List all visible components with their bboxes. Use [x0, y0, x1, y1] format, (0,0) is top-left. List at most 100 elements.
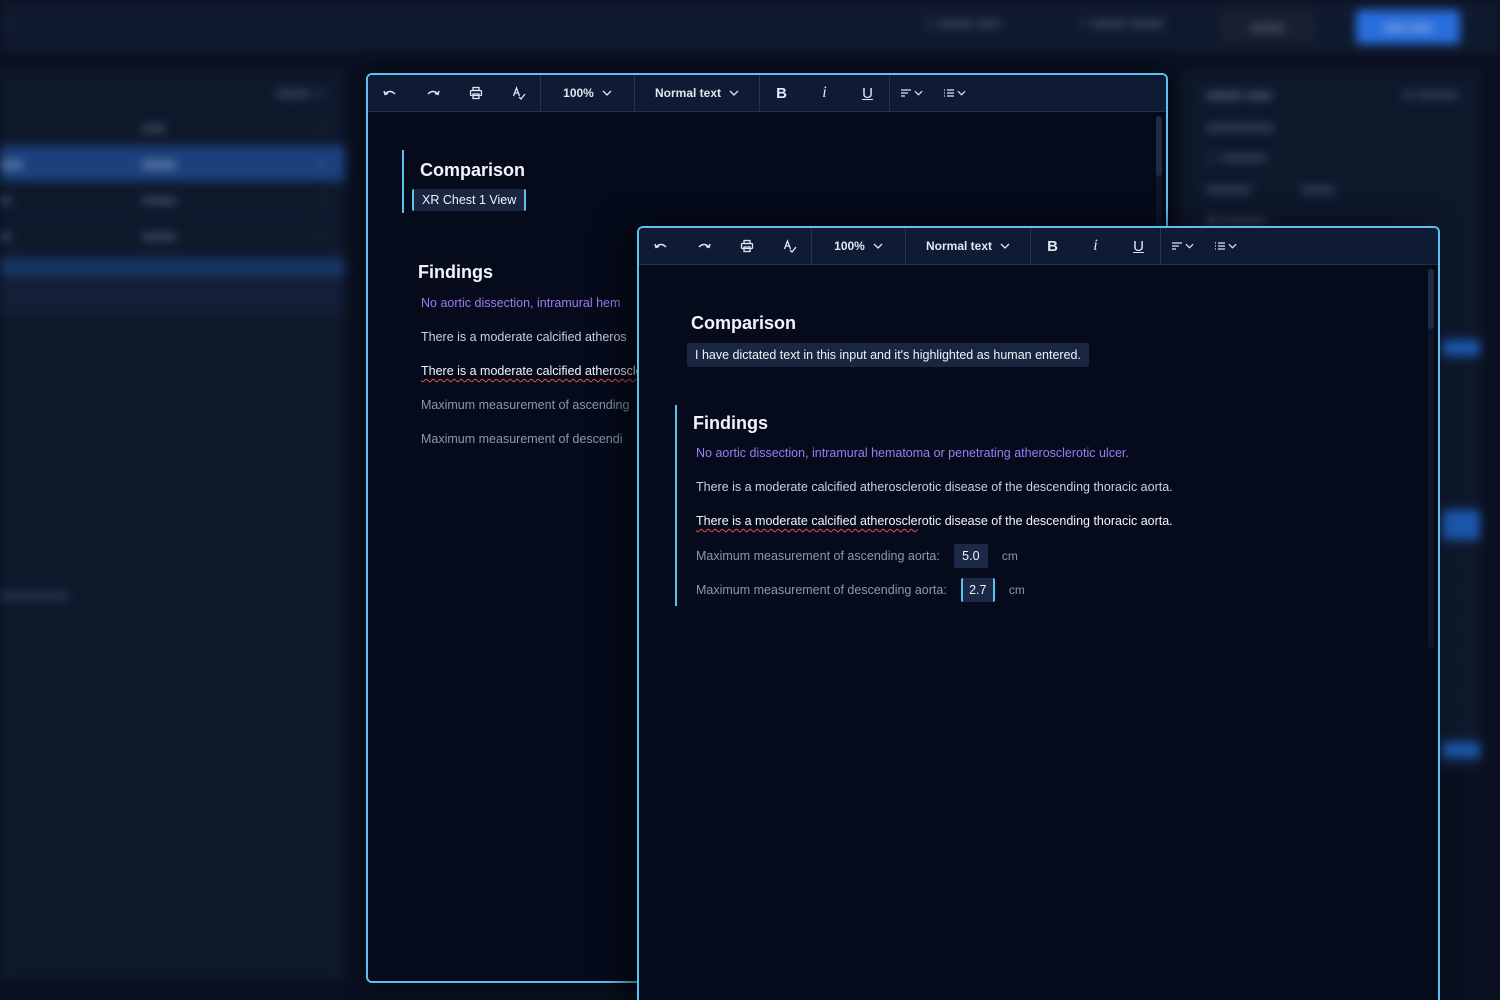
findings-heading: Findings [418, 262, 493, 282]
findings-section: Findings No aortic dissection, intramura… [402, 262, 643, 446]
background-panel-bar [1442, 510, 1480, 540]
underline-button[interactable]: U [1117, 228, 1160, 265]
descending-value-input[interactable]: 2.7 [960, 578, 995, 602]
background-note: ▬▬▬▬▬▬ [0, 588, 69, 602]
list-dropdown[interactable] [1204, 228, 1247, 265]
background-panel-bar [1442, 742, 1480, 758]
list-icon [944, 89, 954, 97]
history-group [639, 228, 811, 265]
ascending-measurement: Maximum measurement of ascending aorta: … [696, 544, 1173, 568]
chevron-down-icon [602, 90, 612, 96]
findings-line[interactable]: No aortic dissection, intramural hem [421, 296, 643, 310]
comparison-input[interactable]: XR Chest 1 View [412, 189, 527, 211]
ascending-unit: cm [1001, 549, 1018, 563]
paragraph-group [890, 75, 976, 112]
text-style-value: Normal text [925, 239, 993, 253]
spelling-error-span[interactable]: There is a moderate calcified atheroscle [696, 514, 918, 528]
background-row: ▬▬ › [0, 110, 345, 146]
background-panel-tick: › [1457, 618, 1462, 631]
history-group [368, 75, 540, 112]
background-secondary-button: ▬▬▬ [1220, 12, 1315, 42]
chevron-down-icon [1185, 243, 1194, 249]
zoom-select[interactable]: 100% [812, 228, 905, 265]
background-row: ▬ ▬▬▬ › [0, 218, 345, 254]
background-panel-text: ▬▬▬▬▬▬ [1206, 120, 1275, 134]
chevron-down-icon [914, 90, 923, 96]
redo-button[interactable] [411, 75, 454, 112]
align-dropdown[interactable] [1161, 228, 1204, 265]
spelling-error-span[interactable]: There is a moderate calcified atheroscle [421, 364, 643, 378]
bold-button[interactable]: B [1031, 228, 1074, 265]
findings-heading: Findings [693, 413, 768, 433]
zoom-select[interactable]: 100% [541, 75, 634, 112]
background-band [0, 276, 345, 316]
text-style-value: Normal text [654, 86, 722, 100]
editor-toolbar: 100% Normal text B i U [639, 228, 1438, 265]
print-icon [740, 239, 753, 253]
scrollbar-thumb[interactable] [1428, 269, 1434, 329]
background-panel-tick: › [1457, 584, 1462, 597]
redo-button[interactable] [682, 228, 725, 265]
format-group: B i U [1031, 228, 1160, 265]
comparison-input[interactable]: I have dictated text in this input and i… [687, 343, 1089, 367]
findings-line[interactable]: Maximum measurement of ascending [421, 398, 643, 412]
descending-unit: cm [1008, 583, 1025, 597]
findings-line-misspelled[interactable]: There is a moderate calcified atheroscle… [696, 514, 1173, 528]
ascending-value-input[interactable]: 5.0 [953, 544, 988, 568]
undo-button[interactable] [639, 228, 682, 265]
scrollbar-thumb[interactable] [1156, 116, 1162, 176]
spellcheck-button[interactable] [497, 75, 540, 112]
editor-content[interactable]: Comparison I have dictated text in this … [639, 265, 1438, 1000]
print-button[interactable] [454, 75, 497, 112]
background-panel-bar [1442, 340, 1480, 356]
background-breadcrumb: · · [0, 18, 13, 33]
findings-line-misspelled[interactable]: There is a moderate calcified atheroscle [421, 364, 643, 378]
background-row-selected: ▬▬ ▬▬▬ › [0, 146, 345, 182]
spellcheck-icon [783, 239, 797, 253]
background-panel-link: ▬ ▬▬▬▬ [1402, 88, 1458, 101]
print-button[interactable] [725, 228, 768, 265]
spellcheck-button[interactable] [768, 228, 811, 265]
italic-button[interactable]: i [1074, 228, 1117, 265]
text-style-select[interactable]: Normal text [635, 75, 759, 112]
background-panel-text: ▢ ▬▬▬▬ [1206, 150, 1267, 164]
background-panel-tick: › [1457, 720, 1462, 733]
descending-measurement: Maximum measurement of descending aorta:… [696, 578, 1173, 602]
findings-section: Findings No aortic dissection, intramura… [675, 405, 1173, 606]
print-icon [469, 86, 482, 100]
undo-icon [653, 243, 666, 249]
background-action-1: ▢ ▬▬▬ ▬▬ [924, 16, 1000, 30]
chevron-down-icon [873, 243, 883, 249]
paragraph-group [1161, 228, 1247, 265]
background-row: ▬ ▬▬▬ › [0, 182, 345, 218]
background-worklist-header: ▬▬▬ ▢ [275, 86, 325, 100]
text-style-select[interactable]: Normal text [906, 228, 1030, 265]
zoom-value: 100% [563, 86, 594, 100]
background-panel-tick: › [1457, 686, 1462, 699]
align-icon [1172, 242, 1182, 250]
background-action-2: ▫ ▬▬▬ ▬▬▬ [1080, 16, 1164, 30]
list-icon [1215, 242, 1225, 250]
redo-icon [427, 90, 440, 96]
bold-button[interactable]: B [760, 75, 803, 112]
comparison-heading: Comparison [420, 160, 526, 180]
findings-line[interactable]: Maximum measurement of descendi [421, 432, 643, 446]
background-primary-button: ▬▬ ▬▬ [1356, 10, 1460, 44]
chevron-down-icon [729, 90, 739, 96]
undo-button[interactable] [368, 75, 411, 112]
descending-label: Maximum measurement of descending aorta: [696, 583, 947, 597]
findings-line[interactable]: There is a moderate calcified atheroscle… [696, 480, 1173, 494]
redo-icon [698, 243, 711, 249]
format-group: B i U [760, 75, 889, 112]
report-editor-front[interactable]: 100% Normal text B i U Comparison I have… [637, 226, 1440, 1000]
background-worklist: ▬▬▬ ▢ ▬▬ › ▬▬ ▬▬▬ › ▬ ▬▬▬ › ▬ ▬▬▬ › ▬▬▬▬▬▬ [0, 70, 345, 980]
italic-button[interactable]: i [803, 75, 846, 112]
ascending-label: Maximum measurement of ascending aorta: [696, 549, 940, 563]
background-topbar: · · ▢ ▬▬▬ ▬▬ ▫ ▬▬▬ ▬▬▬ ▬▬▬ ▬▬ ▬▬ [0, 0, 1500, 52]
align-dropdown[interactable] [890, 75, 933, 112]
background-panel-title: ▬▬▬ ▬▬ [1206, 88, 1272, 103]
underline-button[interactable]: U [846, 75, 889, 112]
findings-line[interactable]: There is a moderate calcified atheros [421, 330, 643, 344]
findings-line[interactable]: No aortic dissection, intramural hematom… [696, 446, 1173, 460]
list-dropdown[interactable] [933, 75, 976, 112]
